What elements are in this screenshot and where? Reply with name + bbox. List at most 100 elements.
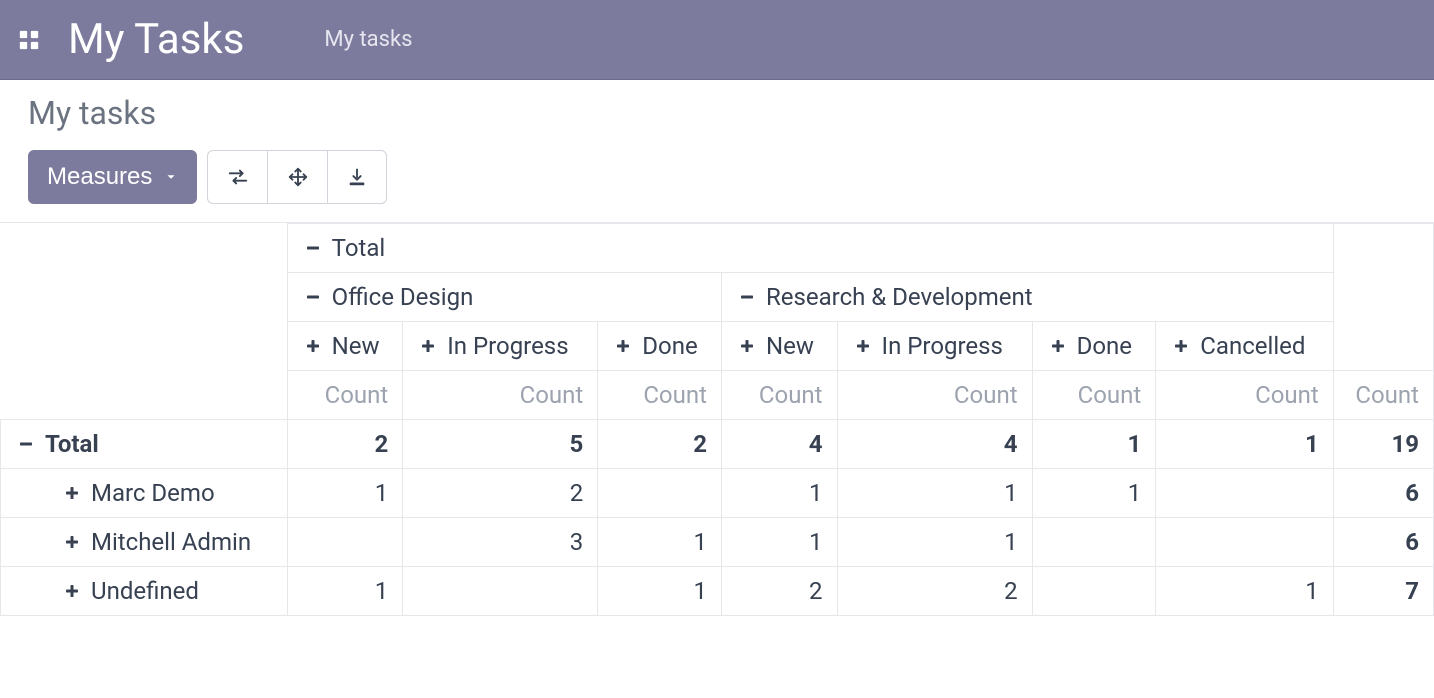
col-group-label: Research & Development bbox=[766, 283, 1033, 311]
row-label-text: Undefined bbox=[91, 577, 199, 605]
col-group-1[interactable]: Research & Development bbox=[721, 273, 1333, 322]
control-panel: My tasks Measures bbox=[0, 80, 1434, 223]
cell-2-1[interactable]: 3 bbox=[403, 518, 598, 567]
minus-icon[interactable] bbox=[15, 433, 37, 455]
plus-icon[interactable] bbox=[302, 335, 324, 357]
cell-0-4[interactable]: 4 bbox=[837, 420, 1032, 469]
col-leaf-label: In Progress bbox=[447, 332, 568, 360]
download-button[interactable] bbox=[327, 150, 387, 204]
apps-icon[interactable] bbox=[18, 29, 40, 51]
col-leaf-label: Cancelled bbox=[1200, 332, 1305, 360]
plus-icon[interactable] bbox=[612, 335, 634, 357]
caret-down-icon bbox=[164, 170, 178, 184]
cell-1-4[interactable]: 1 bbox=[837, 469, 1032, 518]
cell-2-6[interactable] bbox=[1156, 518, 1334, 567]
measure-header-4[interactable]: Count bbox=[837, 371, 1032, 420]
measures-button[interactable]: Measures bbox=[28, 150, 197, 204]
row-header-0[interactable]: Total bbox=[1, 420, 288, 469]
minus-icon[interactable] bbox=[736, 286, 758, 308]
measure-header-2[interactable]: Count bbox=[598, 371, 722, 420]
cell-1-0[interactable]: 1 bbox=[287, 469, 403, 518]
flip-axis-button[interactable] bbox=[207, 150, 267, 204]
measure-header-3[interactable]: Count bbox=[721, 371, 837, 420]
col-leaf-1-2[interactable]: Done bbox=[1032, 322, 1156, 371]
cell-1-1[interactable]: 2 bbox=[403, 469, 598, 518]
col-leaf-0-1[interactable]: In Progress bbox=[403, 322, 598, 371]
cell-1-3[interactable]: 1 bbox=[721, 469, 837, 518]
row-total-1[interactable]: 6 bbox=[1333, 469, 1433, 518]
nav-menu-item[interactable]: My tasks bbox=[324, 27, 412, 52]
pivot-row-2: Mitchell Admin31116 bbox=[1, 518, 1434, 567]
measure-header-5[interactable]: Count bbox=[1032, 371, 1156, 420]
measure-header-6[interactable]: Count bbox=[1156, 371, 1334, 420]
col-group-0[interactable]: Office Design bbox=[287, 273, 721, 322]
row-label-text: Mitchell Admin bbox=[91, 528, 251, 556]
col-leaf-label: Done bbox=[642, 332, 697, 360]
cell-3-2[interactable]: 1 bbox=[598, 567, 722, 616]
col-leaf-0-2[interactable]: Done bbox=[598, 322, 722, 371]
row-label-text: Total bbox=[45, 430, 99, 458]
cell-0-5[interactable]: 1 bbox=[1032, 420, 1156, 469]
col-leaf-label: New bbox=[332, 332, 380, 360]
row-header-1[interactable]: Marc Demo bbox=[1, 469, 288, 518]
cell-3-5[interactable] bbox=[1032, 567, 1156, 616]
measure-header-total[interactable]: Count bbox=[1333, 371, 1433, 420]
plus-icon[interactable] bbox=[61, 580, 83, 602]
plus-icon[interactable] bbox=[61, 482, 83, 504]
expand-all-button[interactable] bbox=[267, 150, 327, 204]
col-group-label: Office Design bbox=[332, 283, 474, 311]
swap-icon bbox=[227, 166, 249, 188]
col-leaf-1-0[interactable]: New bbox=[721, 322, 837, 371]
pivot-row-0: Total252441119 bbox=[1, 420, 1434, 469]
page-title: My tasks bbox=[28, 94, 1406, 132]
cell-3-0[interactable]: 1 bbox=[287, 567, 403, 616]
plus-icon[interactable] bbox=[61, 531, 83, 553]
cell-0-1[interactable]: 5 bbox=[403, 420, 598, 469]
cell-0-0[interactable]: 2 bbox=[287, 420, 403, 469]
plus-icon[interactable] bbox=[852, 335, 874, 357]
cell-1-2[interactable] bbox=[598, 469, 722, 518]
cell-3-1[interactable] bbox=[403, 567, 598, 616]
pivot-table: Total Office Design Research & Development… bbox=[0, 223, 1434, 616]
col-leaf-label: New bbox=[766, 332, 814, 360]
col-leaf-0-0[interactable]: New bbox=[287, 322, 403, 371]
cell-2-5[interactable] bbox=[1032, 518, 1156, 567]
cell-1-6[interactable] bbox=[1156, 469, 1334, 518]
cell-0-2[interactable]: 2 bbox=[598, 420, 722, 469]
cell-3-4[interactable]: 2 bbox=[837, 567, 1032, 616]
col-leaf-1-3[interactable]: Cancelled bbox=[1156, 322, 1334, 371]
cell-3-3[interactable]: 2 bbox=[721, 567, 837, 616]
minus-icon[interactable] bbox=[302, 237, 324, 259]
cell-2-3[interactable]: 1 bbox=[721, 518, 837, 567]
cell-2-4[interactable]: 1 bbox=[837, 518, 1032, 567]
pivot-table-wrap: Total Office Design Research & Development… bbox=[0, 223, 1434, 616]
plus-icon[interactable] bbox=[417, 335, 439, 357]
pivot-button-group bbox=[207, 150, 387, 204]
row-header-3[interactable]: Undefined bbox=[1, 567, 288, 616]
measure-header-1[interactable]: Count bbox=[403, 371, 598, 420]
minus-icon[interactable] bbox=[302, 286, 324, 308]
pivot-row-3: Undefined112217 bbox=[1, 567, 1434, 616]
cell-0-3[interactable]: 4 bbox=[721, 420, 837, 469]
cell-2-2[interactable]: 1 bbox=[598, 518, 722, 567]
pivot-thead: Total Office Design Research & Development… bbox=[1, 224, 1434, 420]
plus-icon[interactable] bbox=[1047, 335, 1069, 357]
navbar: My Tasks My tasks bbox=[0, 0, 1434, 80]
row-total-3[interactable]: 7 bbox=[1333, 567, 1433, 616]
cell-2-0[interactable] bbox=[287, 518, 403, 567]
col-leaf-1-1[interactable]: In Progress bbox=[837, 322, 1032, 371]
toolbar: Measures bbox=[28, 150, 1406, 204]
cell-1-5[interactable]: 1 bbox=[1032, 469, 1156, 518]
row-total-0[interactable]: 19 bbox=[1333, 420, 1433, 469]
plus-icon[interactable] bbox=[1170, 335, 1192, 357]
measure-header-0[interactable]: Count bbox=[287, 371, 403, 420]
app-title[interactable]: My Tasks bbox=[68, 15, 244, 64]
plus-icon[interactable] bbox=[736, 335, 758, 357]
cell-0-6[interactable]: 1 bbox=[1156, 420, 1334, 469]
download-icon bbox=[346, 166, 368, 188]
row-header-2[interactable]: Mitchell Admin bbox=[1, 518, 288, 567]
row-total-2[interactable]: 6 bbox=[1333, 518, 1433, 567]
cell-3-6[interactable]: 1 bbox=[1156, 567, 1334, 616]
col-header-total[interactable]: Total bbox=[287, 224, 1333, 273]
col-leaf-label: In Progress bbox=[882, 332, 1003, 360]
